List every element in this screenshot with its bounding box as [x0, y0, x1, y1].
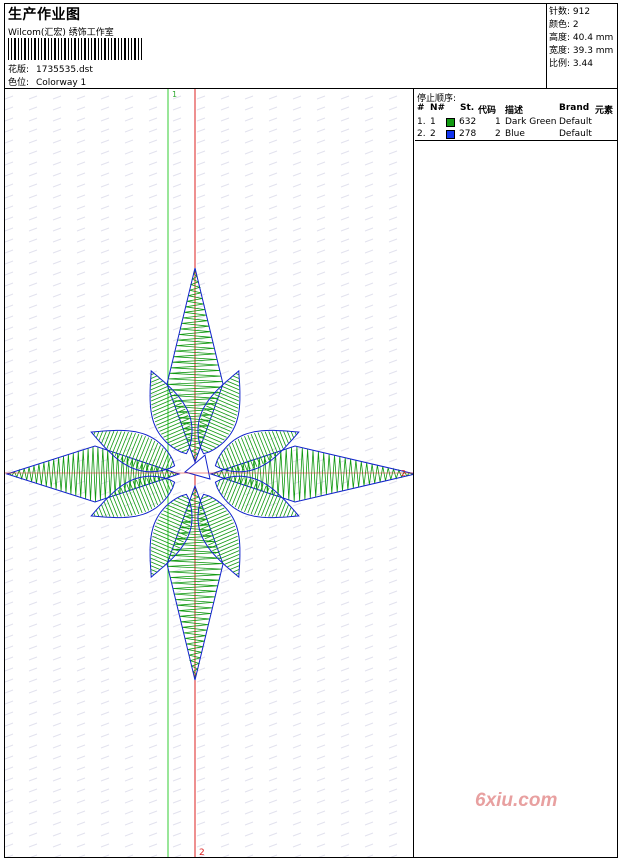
- watermark-text: 6xiu.com: [475, 790, 558, 811]
- row-index: 2.: [417, 129, 426, 139]
- sheet-header: 生产作业图 Wilcom(汇宏) 绣饰工作室 花版: 1735535.dst 色位…: [5, 4, 617, 89]
- row-code: 2: [495, 129, 501, 139]
- studio-name: Wilcom(汇宏) 绣饰工作室: [8, 28, 114, 38]
- col-brand: Brand: [559, 103, 590, 113]
- design-row: 花版: 1735535.dst: [8, 62, 93, 75]
- colorway-row: 色位: Colorway 1: [8, 75, 86, 88]
- stat-height: 高度: 40.4 mm: [549, 33, 614, 43]
- production-sheet: 生产作业图 Wilcom(汇宏) 绣饰工作室 花版: 1735535.dst 色位…: [4, 3, 618, 858]
- stats-panel: 针数: 912 颜色: 2 高度: 40.4 mm 宽度: 39.3 mm 比例…: [546, 4, 617, 89]
- row-description: Blue: [505, 129, 525, 139]
- guide-label-2: 2: [199, 848, 205, 857]
- design-file: 1735535.dst: [36, 65, 93, 75]
- col-number: N#: [430, 103, 446, 113]
- design-label: 花版:: [8, 65, 30, 75]
- col-element: 元素: [595, 106, 614, 116]
- colorway-label: 色位:: [8, 78, 30, 88]
- row-brand: Default: [559, 129, 592, 139]
- design-preview: 1 2 2: [5, 89, 413, 857]
- color-swatch: [446, 118, 455, 127]
- colorway-value: Colorway 1: [36, 78, 87, 88]
- design-canvas[interactable]: 1 2 2 汇宏图: [5, 89, 414, 857]
- col-description: 描述: [505, 106, 524, 116]
- stat-width: 宽度: 39.3 mm: [549, 46, 614, 56]
- barcode-graphic: [8, 38, 142, 60]
- stat-colors: 颜色: 2: [549, 20, 579, 30]
- stop-sequence-header: # N# St. 代码 描述 Brand 元素: [415, 103, 617, 116]
- color-swatch: [446, 130, 455, 139]
- col-index: #: [417, 103, 425, 113]
- guide-label-1: 1: [172, 90, 177, 99]
- col-code: 代码: [478, 106, 497, 116]
- col-stitches: St.: [460, 103, 475, 113]
- sheet-title: 生产作业图: [8, 7, 81, 23]
- embroidery-design: [5, 267, 413, 681]
- stop-row[interactable]: 2. 2 278 2 Blue Default: [415, 128, 617, 141]
- axis-label-right: 2: [401, 469, 406, 478]
- row-number: 2: [430, 129, 436, 139]
- stat-scale: 比例: 3.44: [549, 59, 593, 69]
- stop-sequence-panel: 停止顺序: # N# St. 代码 描述 Brand 元素 1. 1 632 1…: [415, 89, 617, 141]
- stat-stitches: 针数: 912: [549, 7, 591, 17]
- row-stitches: 278: [459, 129, 477, 139]
